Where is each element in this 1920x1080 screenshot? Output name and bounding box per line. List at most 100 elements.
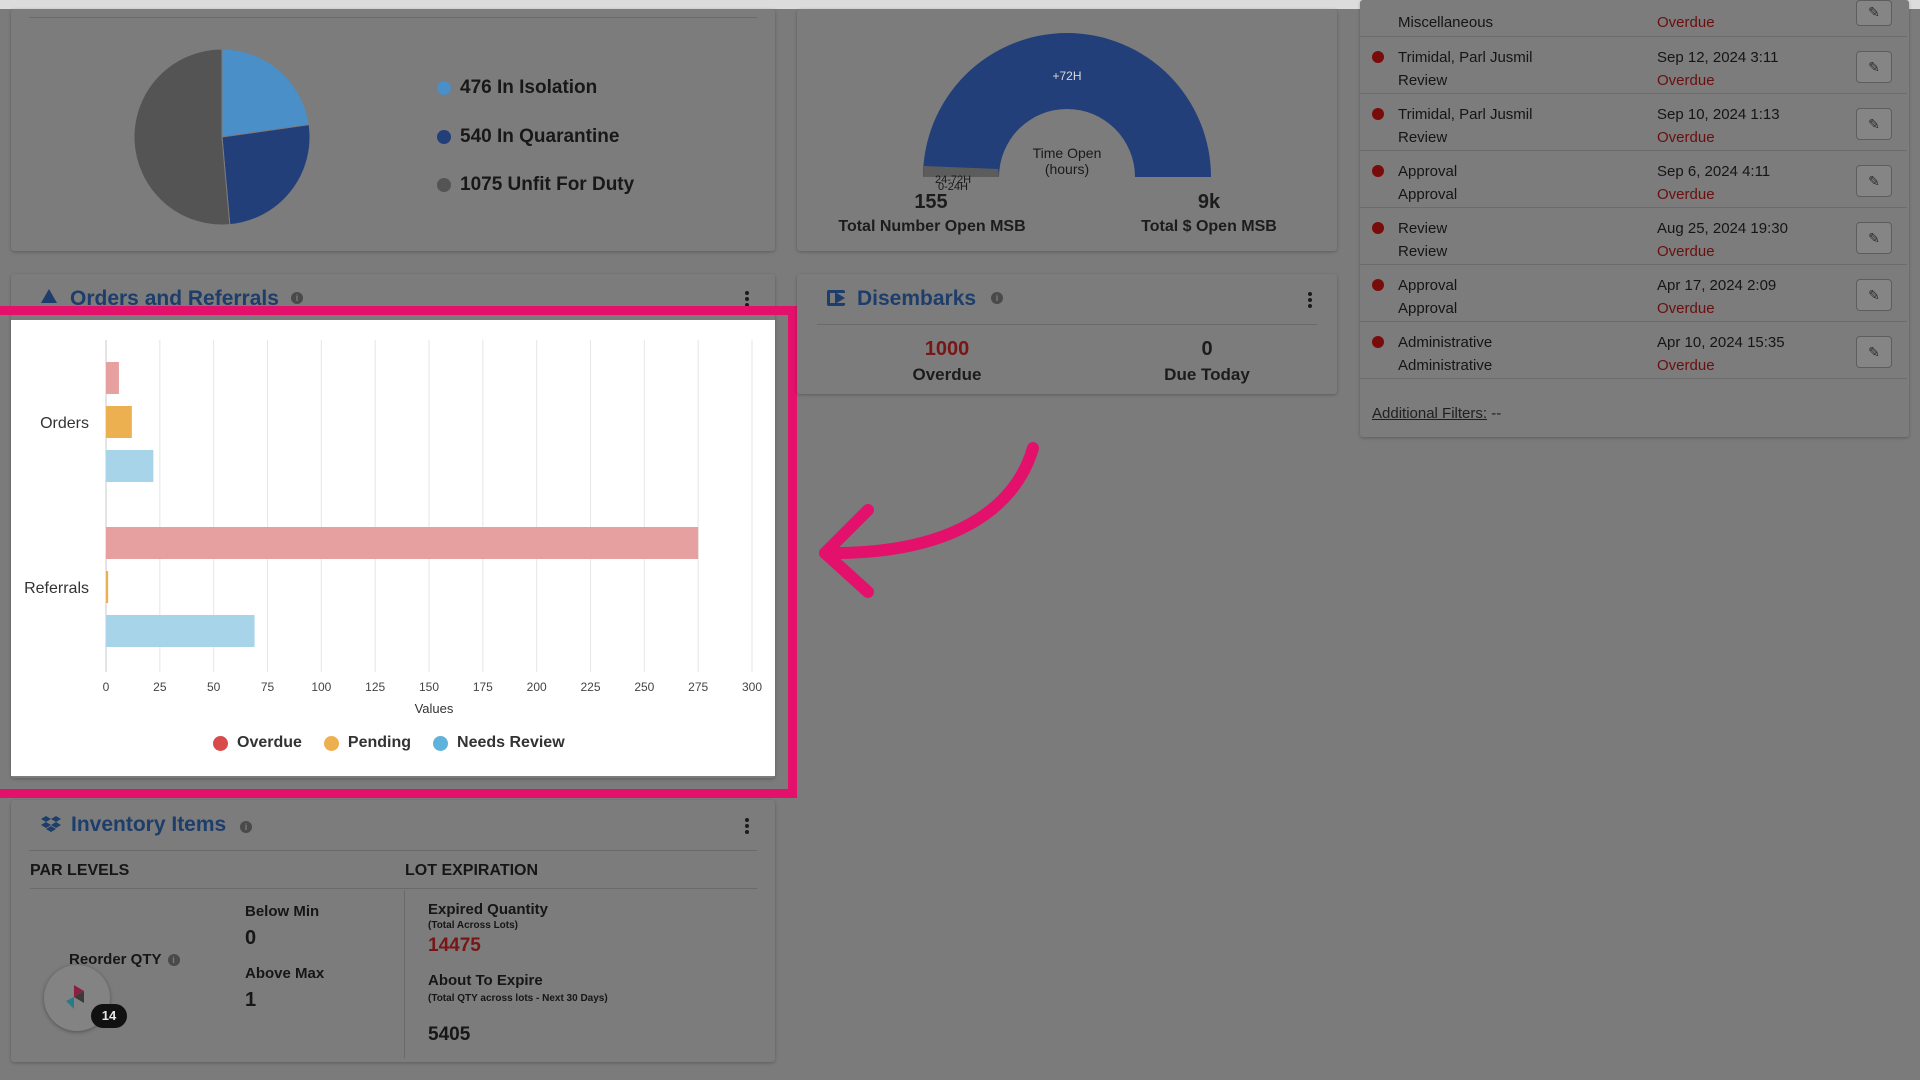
row-type: Approval [1398,300,1458,317]
status-dot [1372,279,1384,291]
inventory-menu-kebab-icon[interactable] [745,816,751,836]
row-type: Approval [1398,186,1458,203]
edit-icon[interactable]: ✎ [1856,51,1892,83]
annotation-arrow [819,442,1039,598]
msb-gauge-card: +72H 24-72H 0-24H Time Open (hours) 155 … [797,9,1337,251]
about-to-expire-label: About To Expire [428,972,543,989]
row-status: Overdue [1657,72,1715,89]
disembarks-due-today-label: Due Today [1164,365,1250,384]
status-dot [1372,51,1384,63]
row-name: Administrative [1398,334,1493,351]
list-item[interactable]: Approval Approval Apr 17, 2024 2:09 Over… [1360,265,1907,322]
row-status: Overdue [1657,357,1715,374]
pie-legend-label: 476 In Isolation [460,77,598,98]
edit-icon[interactable]: ✎ [1856,279,1892,311]
disembarks-overdue-value: 1000 [924,338,970,360]
row-name: Approval [1398,163,1458,180]
list-item: Miscellaneous Overdue ✎ [1360,0,1907,37]
edit-icon[interactable]: ✎ [1856,0,1892,26]
edit-icon[interactable]: ✎ [1856,222,1892,254]
card-divider [29,17,757,18]
app-logo-avatar[interactable]: 14 [44,965,127,1031]
row-text: Miscellaneous [1398,14,1494,31]
info-icon[interactable]: i [291,292,303,304]
total-open-msb-value: 155 [914,191,948,213]
above-max-value: 1 [245,989,257,1011]
status-dot [1372,336,1384,348]
info-icon[interactable]: i [991,292,1003,304]
list-item[interactable]: Trimidal, Parl Jusmil Review Sep 12, 202… [1360,37,1907,94]
pie-legend-item: 1075 Unfit For Duty [437,174,634,196]
highlight-frame [0,306,797,798]
row-date: Sep 6, 2024 4:11 [1657,163,1771,180]
additional-filters: Additional Filters: -- [1372,405,1501,422]
legend-dot [437,130,451,144]
gauge-center-sublabel: (hours) [1045,161,1089,177]
row-status: Overdue [1657,129,1715,146]
expired-qty-label: Expired Quantity [428,901,549,918]
disembarks-due-today-value: 0 [1201,338,1213,360]
status-dot [1372,165,1384,177]
row-date: Apr 17, 2024 2:09 [1657,277,1777,294]
disembark-arrow-icon [835,292,845,304]
list-item[interactable]: Trimidal, Parl Jusmil Review Sep 10, 202… [1360,94,1907,151]
row-status: Overdue [1657,186,1715,203]
gauge-center-label: Time Open [1033,145,1102,161]
row-name: Trimidal, Parl Jusmil [1398,49,1533,66]
disembarks-menu-kebab-icon[interactable] [1308,290,1314,310]
pie-legend-item: 540 In Quarantine [437,126,619,148]
edit-icon[interactable]: ✎ [1856,165,1892,197]
pie-slice[interactable] [221,124,311,226]
additional-filters-value: -- [1491,405,1502,422]
inventory-card: Inventory Items i PAR LEVELS LOT EXPIRAT… [11,800,775,1062]
row-status: Overdue [1657,14,1715,31]
expired-qty-value: 14475 [428,935,481,956]
row-date: Sep 10, 2024 1:13 [1657,106,1780,123]
list-item[interactable]: Approval Approval Sep 6, 2024 4:11 Overd… [1360,151,1907,208]
edit-icon[interactable]: ✎ [1856,108,1892,140]
info-icon[interactable]: i [240,821,252,833]
legend-dot [437,81,451,95]
row-type: Review [1398,129,1448,146]
row-status: Overdue [1657,300,1715,317]
status-dot [1372,108,1384,120]
legend-dot [437,178,451,192]
card-divider [817,324,1317,325]
edit-icon[interactable]: ✎ [1856,336,1892,368]
pie-legend-item: 476 In Isolation [437,77,597,99]
about-to-expire-value: 5405 [428,1024,471,1045]
list-item[interactable]: Review Review Aug 25, 2024 19:30 Overdue… [1360,208,1907,265]
par-levels-heading: PAR LEVELS [30,862,130,879]
total-dollar-msb-value: 9k [1197,191,1221,213]
row-type: Administrative [1398,357,1493,374]
pie-legend-label: 1075 Unfit For Duty [460,174,635,195]
row-type: Review [1398,243,1448,260]
list-item[interactable]: Administrative Administrative Apr 10, 20… [1360,322,1907,379]
row-name: Trimidal, Parl Jusmil [1398,106,1533,123]
arrow-curve [819,442,1039,560]
disembarks-title: Disembarks [857,287,977,310]
row-date: Sep 12, 2024 3:11 [1657,49,1779,66]
status-dot [1372,222,1384,234]
info-icon[interactable]: i [167,953,180,966]
disembarks-overdue-label: Overdue [912,365,982,384]
pie-slice[interactable] [133,48,231,226]
section-divider [30,888,757,889]
additional-filters-link[interactable]: Additional Filters: [1372,405,1487,422]
total-open-msb-label: Total Number Open MSB [838,218,1026,235]
lot-expiration-heading: LOT EXPIRATION [405,862,539,879]
below-min-value: 0 [245,927,257,949]
notification-badge: 14 [91,1004,127,1028]
status-pie-card: 476 In Isolation 540 In Quarantine 1075 … [11,9,775,251]
gauge-top-label: +72H [1052,69,1081,83]
row-type: Review [1398,72,1448,89]
row-date: Apr 10, 2024 15:35 [1657,334,1785,351]
row-date: Aug 25, 2024 19:30 [1657,220,1788,237]
section-vertical-divider [404,890,405,1058]
task-list-card: Miscellaneous Overdue ✎ Trimidal, Parl J… [1360,0,1909,437]
row-name: Approval [1398,277,1458,294]
total-dollar-msb-label: Total $ Open MSB [1141,218,1277,235]
pie-slice[interactable] [221,48,310,138]
disembarks-card: Disembarks i 1000 Overdue 0 Due Today [797,274,1337,394]
dropbox-icon [41,815,61,833]
